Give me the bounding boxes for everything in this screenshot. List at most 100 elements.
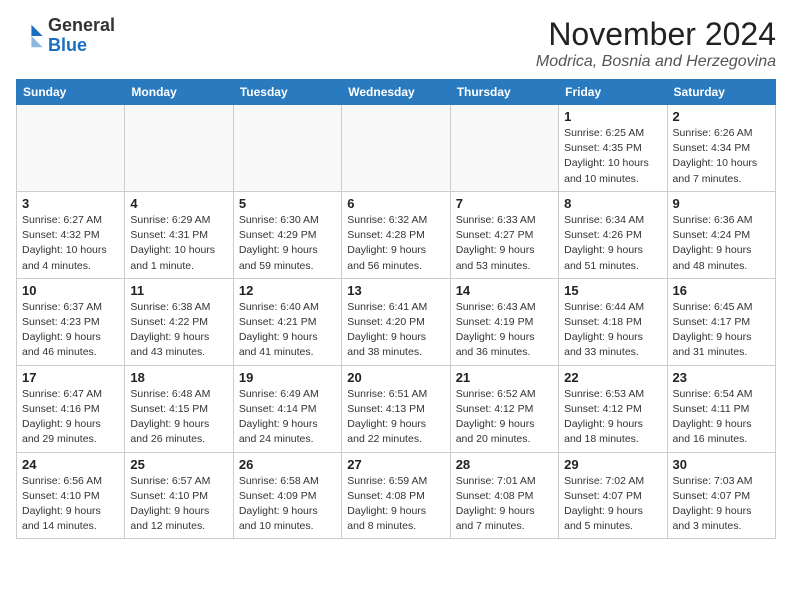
calendar-week-4: 17 Sunrise: 6:47 AM Sunset: 4:16 PM Dayli… (17, 365, 776, 452)
calendar-cell: 22Sunrise: 6:53 AM Sunset: 4:12 PM Dayli… (559, 365, 667, 452)
day-info: Sunrise: 6:34 AM Sunset: 4:26 PM Dayligh… (564, 213, 661, 274)
calendar-cell (125, 105, 233, 192)
logo-general: General (48, 15, 115, 35)
day-info: Sunrise: 6:54 AM Sunset: 4:11 PM Dayligh… (673, 387, 770, 448)
day-number: 25 (130, 457, 227, 472)
calendar-cell: 3 Sunrise: 6:27 AM Sunset: 4:32 PM Daylig… (17, 191, 125, 278)
calendar-cell: 16 Sunrise: 6:45 AM Sunset: 4:17 PM Dayli… (667, 278, 775, 365)
column-header-saturday: Saturday (667, 80, 775, 105)
calendar-cell: 20Sunrise: 6:51 AM Sunset: 4:13 PM Dayli… (342, 365, 450, 452)
calendar-cell: 21Sunrise: 6:52 AM Sunset: 4:12 PM Dayli… (450, 365, 558, 452)
column-header-sunday: Sunday (17, 80, 125, 105)
day-number: 14 (456, 283, 553, 298)
calendar-cell: 7 Sunrise: 6:33 AM Sunset: 4:27 PM Daylig… (450, 191, 558, 278)
day-info: Sunrise: 6:43 AM Sunset: 4:19 PM Dayligh… (456, 300, 553, 361)
day-number: 23 (673, 370, 770, 385)
day-number: 19 (239, 370, 336, 385)
calendar-cell: 26 Sunrise: 6:58 AM Sunset: 4:09 PM Dayli… (233, 452, 341, 539)
calendar-week-5: 24 Sunrise: 6:56 AM Sunset: 4:10 PM Dayli… (17, 452, 776, 539)
logo: General Blue (16, 16, 115, 56)
calendar-cell: 2 Sunrise: 6:26 AM Sunset: 4:34 PM Daylig… (667, 105, 775, 192)
column-header-thursday: Thursday (450, 80, 558, 105)
day-number: 6 (347, 196, 444, 211)
calendar-cell: 24 Sunrise: 6:56 AM Sunset: 4:10 PM Dayli… (17, 452, 125, 539)
day-info: Sunrise: 6:56 AM Sunset: 4:10 PM Dayligh… (22, 474, 119, 535)
day-number: 2 (673, 109, 770, 124)
calendar-week-3: 10Sunrise: 6:37 AM Sunset: 4:23 PM Dayli… (17, 278, 776, 365)
day-info: Sunrise: 6:33 AM Sunset: 4:27 PM Dayligh… (456, 213, 553, 274)
day-info: Sunrise: 6:52 AM Sunset: 4:12 PM Dayligh… (456, 387, 553, 448)
calendar-cell: 13Sunrise: 6:41 AM Sunset: 4:20 PM Dayli… (342, 278, 450, 365)
location: Modrica, Bosnia and Herzegovina (536, 53, 776, 71)
day-info: Sunrise: 6:26 AM Sunset: 4:34 PM Dayligh… (673, 126, 770, 187)
logo-blue: Blue (48, 35, 87, 55)
calendar-cell: 19 Sunrise: 6:49 AM Sunset: 4:14 PM Dayli… (233, 365, 341, 452)
day-number: 24 (22, 457, 119, 472)
calendar-cell: 27Sunrise: 6:59 AM Sunset: 4:08 PM Dayli… (342, 452, 450, 539)
day-info: Sunrise: 7:03 AM Sunset: 4:07 PM Dayligh… (673, 474, 770, 535)
calendar-cell: 25 Sunrise: 6:57 AM Sunset: 4:10 PM Dayli… (125, 452, 233, 539)
calendar-cell: 11Sunrise: 6:38 AM Sunset: 4:22 PM Dayli… (125, 278, 233, 365)
column-header-friday: Friday (559, 80, 667, 105)
logo-text: General Blue (48, 16, 115, 56)
calendar-cell: 28Sunrise: 7:01 AM Sunset: 4:08 PM Dayli… (450, 452, 558, 539)
day-info: Sunrise: 6:25 AM Sunset: 4:35 PM Dayligh… (564, 126, 661, 187)
day-number: 26 (239, 457, 336, 472)
day-number: 1 (564, 109, 661, 124)
calendar-cell: 10Sunrise: 6:37 AM Sunset: 4:23 PM Dayli… (17, 278, 125, 365)
day-number: 5 (239, 196, 336, 211)
day-info: Sunrise: 6:45 AM Sunset: 4:17 PM Dayligh… (673, 300, 770, 361)
day-number: 16 (673, 283, 770, 298)
day-number: 8 (564, 196, 661, 211)
calendar-cell: 17 Sunrise: 6:47 AM Sunset: 4:16 PM Dayli… (17, 365, 125, 452)
day-info: Sunrise: 6:44 AM Sunset: 4:18 PM Dayligh… (564, 300, 661, 361)
day-info: Sunrise: 6:57 AM Sunset: 4:10 PM Dayligh… (130, 474, 227, 535)
title-block: November 2024 Modrica, Bosnia and Herzeg… (536, 16, 776, 71)
day-info: Sunrise: 6:41 AM Sunset: 4:20 PM Dayligh… (347, 300, 444, 361)
day-number: 9 (673, 196, 770, 211)
page-header: General Blue November 2024 Modrica, Bosn… (16, 16, 776, 71)
logo-icon (16, 22, 44, 50)
day-info: Sunrise: 6:29 AM Sunset: 4:31 PM Dayligh… (130, 213, 227, 274)
calendar-cell: 30 Sunrise: 7:03 AM Sunset: 4:07 PM Dayli… (667, 452, 775, 539)
day-number: 10 (22, 283, 119, 298)
day-info: Sunrise: 6:27 AM Sunset: 4:32 PM Dayligh… (22, 213, 119, 274)
calendar-cell: 9 Sunrise: 6:36 AM Sunset: 4:24 PM Daylig… (667, 191, 775, 278)
day-info: Sunrise: 6:48 AM Sunset: 4:15 PM Dayligh… (130, 387, 227, 448)
day-number: 7 (456, 196, 553, 211)
day-info: Sunrise: 6:51 AM Sunset: 4:13 PM Dayligh… (347, 387, 444, 448)
calendar-cell: 15 Sunrise: 6:44 AM Sunset: 4:18 PM Dayli… (559, 278, 667, 365)
day-number: 22 (564, 370, 661, 385)
day-info: Sunrise: 6:40 AM Sunset: 4:21 PM Dayligh… (239, 300, 336, 361)
day-info: Sunrise: 7:01 AM Sunset: 4:08 PM Dayligh… (456, 474, 553, 535)
day-number: 4 (130, 196, 227, 211)
day-number: 17 (22, 370, 119, 385)
day-info: Sunrise: 6:58 AM Sunset: 4:09 PM Dayligh… (239, 474, 336, 535)
day-number: 29 (564, 457, 661, 472)
day-info: Sunrise: 7:02 AM Sunset: 4:07 PM Dayligh… (564, 474, 661, 535)
calendar-cell: 8 Sunrise: 6:34 AM Sunset: 4:26 PM Daylig… (559, 191, 667, 278)
column-header-monday: Monday (125, 80, 233, 105)
calendar-week-1: 1 Sunrise: 6:25 AM Sunset: 4:35 PM Daylig… (17, 105, 776, 192)
day-number: 11 (130, 283, 227, 298)
day-info: Sunrise: 6:47 AM Sunset: 4:16 PM Dayligh… (22, 387, 119, 448)
calendar-header-row: SundayMondayTuesdayWednesdayThursdayFrid… (17, 80, 776, 105)
calendar-cell: 5Sunrise: 6:30 AM Sunset: 4:29 PM Daylig… (233, 191, 341, 278)
calendar-cell: 1 Sunrise: 6:25 AM Sunset: 4:35 PM Daylig… (559, 105, 667, 192)
day-info: Sunrise: 6:36 AM Sunset: 4:24 PM Dayligh… (673, 213, 770, 274)
day-number: 27 (347, 457, 444, 472)
day-number: 15 (564, 283, 661, 298)
month-title: November 2024 (536, 16, 776, 53)
calendar-cell (450, 105, 558, 192)
day-info: Sunrise: 6:49 AM Sunset: 4:14 PM Dayligh… (239, 387, 336, 448)
calendar-cell: 14 Sunrise: 6:43 AM Sunset: 4:19 PM Dayli… (450, 278, 558, 365)
calendar-cell: 12 Sunrise: 6:40 AM Sunset: 4:21 PM Dayli… (233, 278, 341, 365)
calendar-table: SundayMondayTuesdayWednesdayThursdayFrid… (16, 79, 776, 539)
day-number: 12 (239, 283, 336, 298)
calendar-week-2: 3 Sunrise: 6:27 AM Sunset: 4:32 PM Daylig… (17, 191, 776, 278)
day-number: 30 (673, 457, 770, 472)
day-number: 3 (22, 196, 119, 211)
calendar-cell: 4 Sunrise: 6:29 AM Sunset: 4:31 PM Daylig… (125, 191, 233, 278)
calendar-cell (342, 105, 450, 192)
column-header-wednesday: Wednesday (342, 80, 450, 105)
